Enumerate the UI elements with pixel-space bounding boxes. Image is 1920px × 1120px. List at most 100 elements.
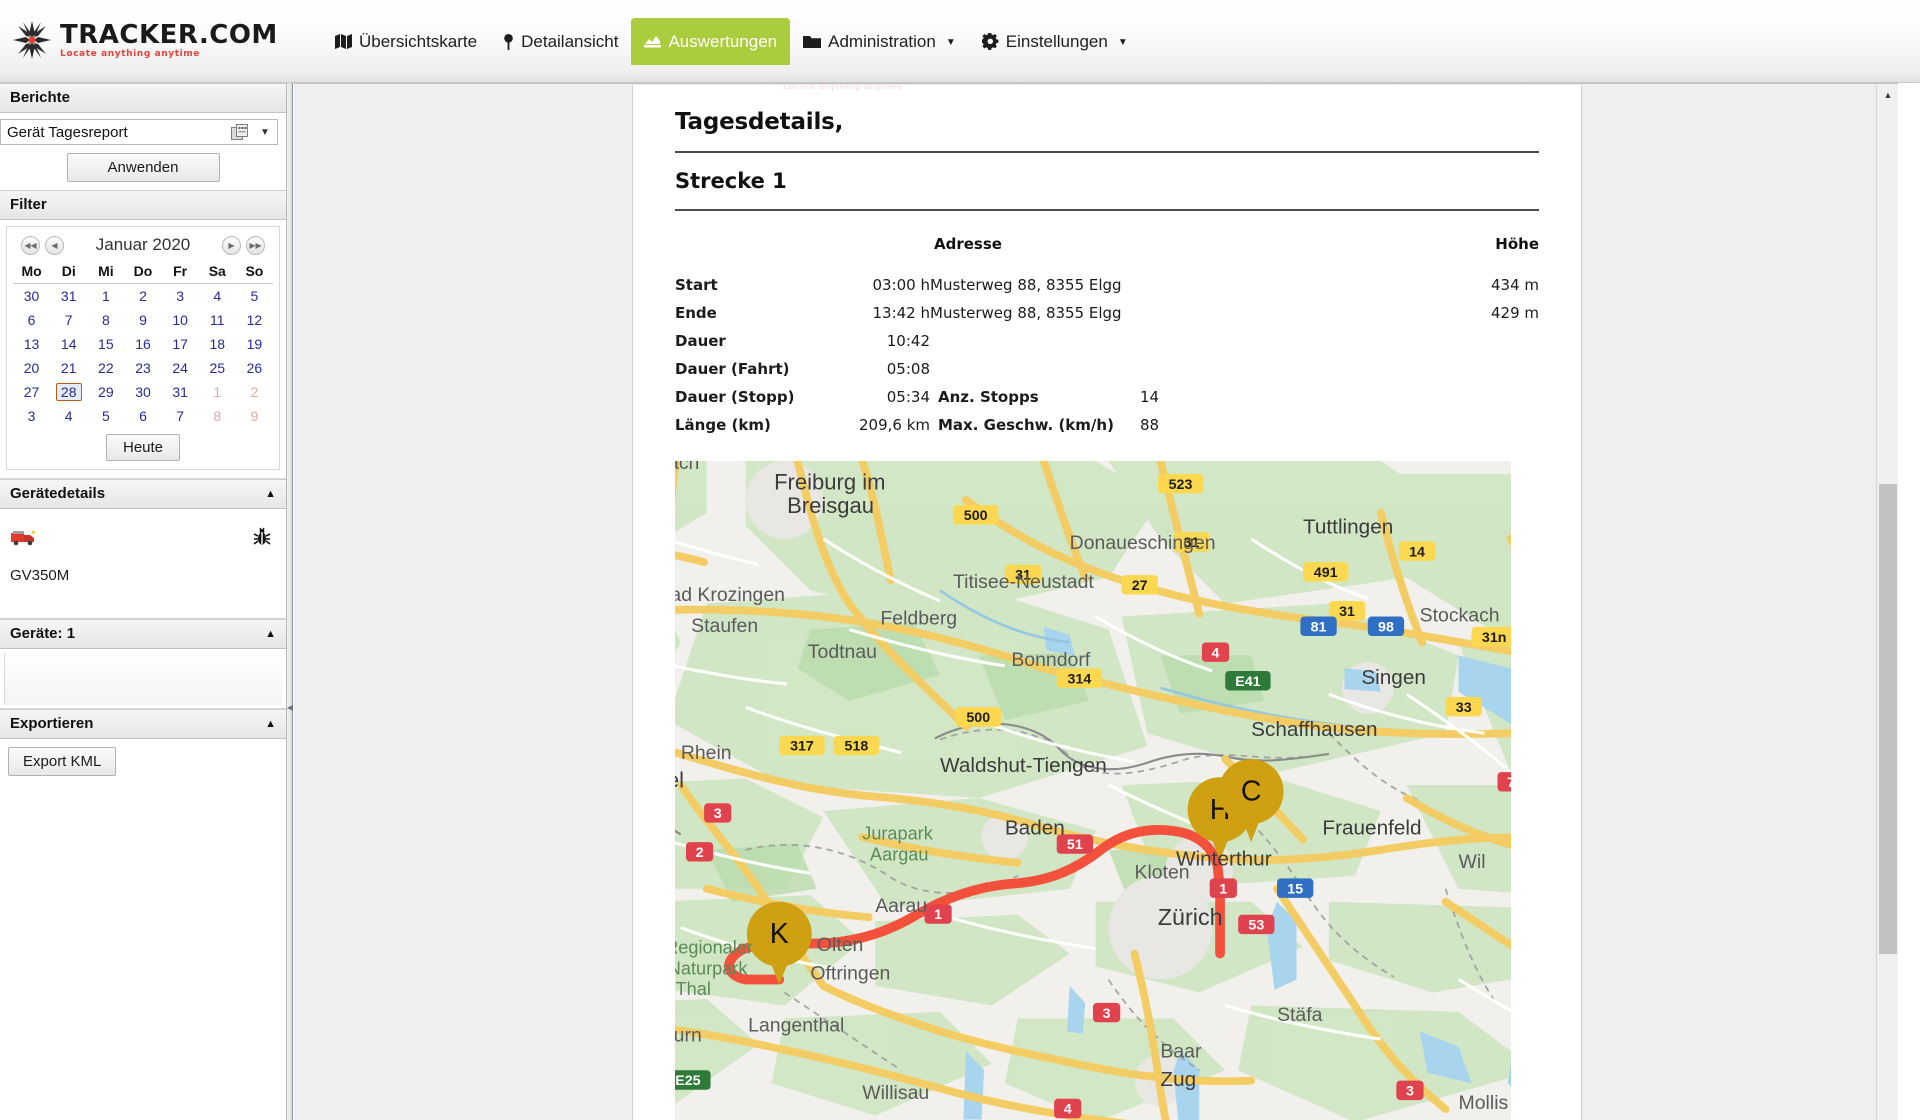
map-road-shield: 491 — [1303, 562, 1349, 582]
calendar-day-cell[interactable]: 24 — [162, 356, 199, 380]
chevron-left-icon[interactable]: ◀ — [45, 235, 64, 255]
calendar-day-label: 10 — [172, 312, 188, 328]
starburst-logo-icon — [10, 18, 54, 62]
map-city-label: Todtnau — [808, 641, 877, 663]
calendar-day-cell[interactable]: 7 — [50, 308, 87, 332]
calendar-day-cell[interactable]: 23 — [124, 356, 161, 380]
map-road-shield: 2 — [685, 842, 714, 862]
calendar-day-cell[interactable]: 4 — [199, 284, 236, 309]
export-kml-button[interactable]: Export KML — [8, 747, 117, 776]
calendar-day-cell[interactable]: 1 — [87, 284, 124, 309]
double-chevron-right-icon[interactable]: ▶▶ — [246, 235, 265, 255]
sidebar-splitter[interactable]: ◀ — [287, 83, 293, 1120]
collapse-handle-icon[interactable]: ◀ — [287, 701, 293, 713]
apply-button[interactable]: Anwenden — [66, 153, 220, 182]
brand-logo[interactable]: TRACKER.COM Locate anything anytime — [10, 14, 277, 66]
calendar-day-cell[interactable]: 8 — [87, 308, 124, 332]
map-road-shield: 98 — [1367, 616, 1405, 636]
report-pages-icon[interactable] — [231, 123, 249, 141]
nav-item-auswertungen[interactable]: Auswertungen — [631, 18, 791, 65]
nav-item-administration[interactable]: Administration ▼ — [790, 18, 969, 65]
calendar-day-cell[interactable]: 17 — [162, 332, 199, 356]
device-icon-row — [10, 527, 276, 547]
nav-label: Auswertungen — [668, 31, 778, 51]
map-road-shield-label: 1 — [1219, 881, 1227, 897]
calendar-month-label: Januar 2020 — [95, 235, 191, 254]
calendar-day-cell[interactable]: 10 — [162, 308, 199, 332]
report-select-row: Gerät Tagesreport ▼ — [0, 113, 286, 147]
calendar-day-cell[interactable]: 28 — [50, 380, 87, 404]
calendar-day-cell[interactable]: 19 — [236, 332, 273, 356]
report-watermark-logo: Locate anything anytime — [783, 85, 983, 99]
nav-label: Administration — [828, 31, 936, 51]
panel-header-geraete[interactable]: Geräte: 1 ▲ — [0, 619, 286, 649]
report-scrollbar[interactable]: ▲ — [1876, 84, 1898, 1120]
calendar-day-cell[interactable]: 9 — [124, 308, 161, 332]
route-map[interactable]: 315005233114314912731819831n53144E413350… — [675, 461, 1511, 1120]
map-road-shield-label: 3 — [1406, 1084, 1414, 1100]
calendar-day-label: 25 — [209, 360, 226, 376]
map-road-shield-label: 33 — [1456, 700, 1472, 716]
triangle-up-icon[interactable]: ▲ — [265, 619, 276, 649]
map-road-shield-label: 4 — [1212, 645, 1220, 661]
calendar-day-cell[interactable]: 25 — [199, 356, 236, 380]
chevron-down-icon: ▼ — [945, 37, 956, 48]
section-title: Strecke 1 — [675, 169, 787, 193]
scrollbar-thumb[interactable] — [1879, 484, 1897, 954]
nav-item-uebersichtskarte[interactable]: Übersichtskarte — [322, 18, 490, 65]
table-row: Dauer 10:42 — [675, 327, 1539, 355]
calendar-day-cell[interactable]: 14 — [50, 332, 87, 356]
stat-label: Länge (km) — [675, 416, 771, 434]
calendar-day-cell[interactable]: 6 — [13, 308, 50, 332]
chevron-right-icon[interactable]: ▶ — [222, 235, 241, 255]
trip-detail-table: Adresse Höhe Start 03:00 h Musterweg 88, 8… — [675, 235, 1539, 439]
calendar-day-cell[interactable]: 2 — [124, 284, 161, 309]
calendar-day-cell[interactable]: 12 — [236, 308, 273, 332]
map-road-shield-label: 500 — [964, 508, 988, 524]
calendar-day-cell[interactable]: 18 — [199, 332, 236, 356]
bug-icon[interactable] — [252, 527, 272, 547]
double-chevron-left-icon[interactable]: ◀◀ — [21, 235, 40, 255]
map-city-label: Waldshut-Tiengen — [940, 754, 1107, 777]
triangle-up-icon[interactable]: ▲ — [265, 709, 276, 739]
stat-pair-cell — [930, 355, 1539, 383]
map-road-shield-label: 3 — [714, 806, 722, 822]
calendar-day-label: 21 — [60, 360, 77, 376]
calendar-day-label: 31 — [60, 288, 77, 304]
calendar-day-label: 3 — [27, 408, 36, 424]
date-picker-calendar: ◀◀ ◀ Januar 2020 ▶ ▶▶ Mo Di Mi Do Fr Sa So 30 3… — [6, 226, 280, 470]
panel-header-geraetedetails[interactable]: Gerätedetails ▲ — [0, 479, 286, 509]
calendar-weekday: Mi — [87, 261, 125, 284]
nav-item-einstellungen[interactable]: Einstellungen ▼ — [969, 18, 1141, 65]
calendar-day-cell[interactable]: 3 — [162, 284, 199, 309]
panel-header-exportieren[interactable]: Exportieren ▲ — [0, 709, 286, 739]
devices-list[interactable] — [4, 653, 282, 705]
map-city-label: Naturpark — [675, 958, 748, 978]
report-select[interactable]: Gerät Tagesreport ▼ — [0, 119, 278, 145]
calendar-day-cell[interactable]: 11 — [199, 308, 236, 332]
calendar-day-cell[interactable]: 13 — [13, 332, 50, 356]
map-road-shield-label: 31 — [1339, 604, 1355, 620]
calendar-week-row: 30 31 1 2 3 4 5 — [13, 284, 273, 309]
map-city-label: Stockach — [1420, 605, 1500, 627]
calendar-day-label: 5 — [101, 408, 110, 424]
calendar-day-cell[interactable]: 16 — [124, 332, 161, 356]
row-address: Musterweg 88, 8355 Elgg — [930, 304, 1122, 322]
map-city-label: Bonndorf — [1011, 649, 1090, 671]
calendar-day-cell[interactable]: 15 — [87, 332, 124, 356]
calendar-day-cell[interactable]: 22 — [87, 356, 124, 380]
stat-value: 05:08 — [886, 360, 930, 378]
nav-item-detailansicht[interactable]: Detailansicht — [490, 18, 631, 65]
calendar-day-label: 16 — [135, 336, 151, 352]
scroll-up-arrow[interactable]: ▲ — [1877, 84, 1898, 106]
calendar-grid: Mo Di Mi Do Fr Sa So 30 31 1 2 3 4 5 6 7 8 9 10 11 12 13 14 15… — [13, 261, 273, 428]
calendar-day-cell[interactable]: 27 — [13, 380, 50, 404]
calendar-day-cell[interactable]: 20 — [13, 356, 50, 380]
map-road-shield: 31n — [1471, 626, 1511, 647]
triangle-up-icon[interactable]: ▲ — [265, 479, 276, 509]
calendar-day-cell[interactable]: 26 — [236, 356, 273, 380]
chevron-down-icon[interactable]: ▼ — [257, 127, 273, 138]
today-button[interactable]: Heute — [105, 434, 181, 461]
calendar-day-cell[interactable]: 21 — [50, 356, 87, 380]
calendar-day-cell[interactable]: 5 — [236, 284, 273, 309]
